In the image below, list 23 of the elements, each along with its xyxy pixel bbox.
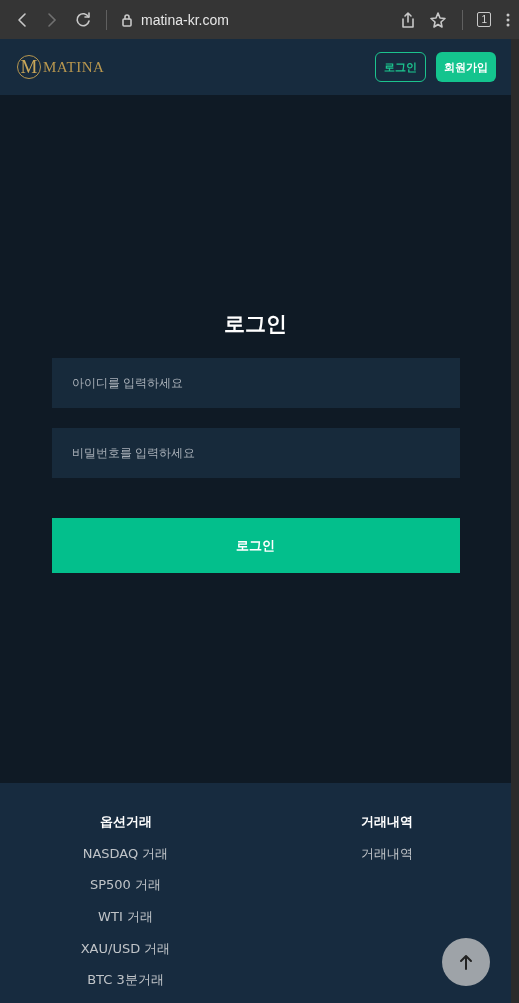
share-icon[interactable]: [400, 10, 417, 29]
footer-heading: 거래내역: [361, 813, 413, 831]
page-title: 로그인: [224, 311, 287, 338]
login-button[interactable]: 로그인: [375, 52, 426, 82]
scrollbar[interactable]: [511, 39, 519, 1003]
scroll-top-button[interactable]: [442, 938, 490, 986]
logo-text[interactable]: MATINA: [43, 58, 105, 76]
address-bar[interactable]: matina-kr.com: [141, 11, 229, 28]
footer-link[interactable]: WTI 거래: [98, 908, 153, 940]
arrow-up-icon: [459, 954, 473, 970]
footer-link[interactable]: BTC 3분거래: [87, 971, 164, 1003]
lock-icon: [121, 12, 133, 27]
footer-heading: 옵션거래: [99, 813, 152, 831]
input-field[interactable]: 비밀번호를 입력하세요: [51, 428, 460, 478]
tab-count[interactable]: 1: [477, 12, 491, 27]
footer-link[interactable]: XAU/USD 거래: [80, 939, 171, 972]
bookmark-star-icon[interactable]: [430, 10, 449, 29]
footer-link[interactable]: 거래내역: [361, 845, 413, 877]
input-field[interactable]: 아이디를 입력하세요: [51, 358, 460, 408]
footer-link[interactable]: SP500 거래: [89, 876, 161, 908]
footer-link[interactable]: NASDAQ 거래: [82, 844, 169, 877]
more-menu-icon[interactable]: [505, 11, 511, 28]
reload-icon[interactable]: [74, 10, 92, 29]
